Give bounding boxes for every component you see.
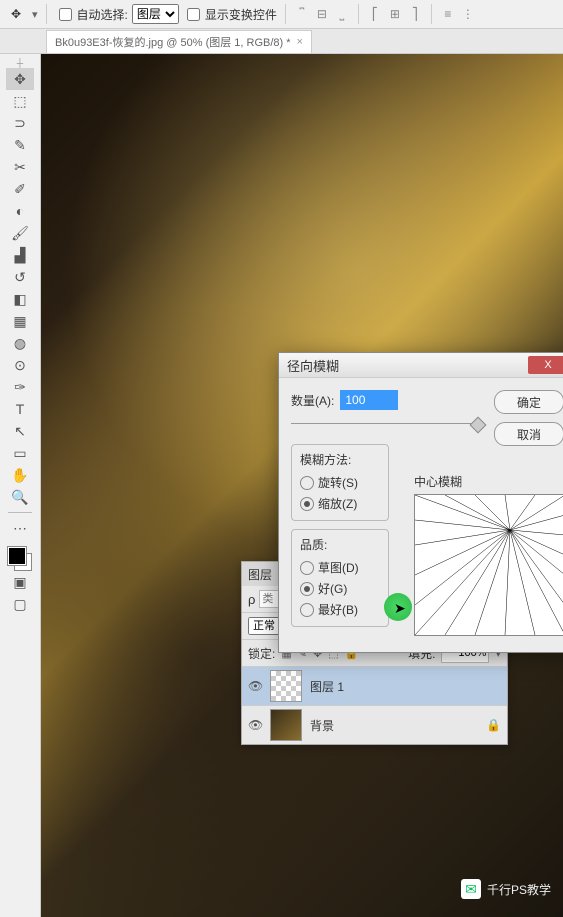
document-tab-bar: Bk0u93E3f-恢复的.jpg @ 50% (图层 1, RGB/8) * … (0, 29, 563, 54)
layer-thumbnail[interactable] (270, 670, 302, 702)
blur-center-preview[interactable] (414, 494, 563, 636)
watermark-text: 千行PS教学 (487, 881, 551, 898)
distribute-icon[interactable]: ≡ (440, 6, 456, 22)
layer-thumbnail[interactable] (270, 709, 302, 741)
eyedropper-tool[interactable]: ✐ (6, 178, 34, 200)
align-hcenter-icon[interactable]: ⊞ (387, 6, 403, 22)
foreground-color[interactable] (8, 547, 26, 565)
history-brush-tool[interactable]: ↺ (6, 266, 34, 288)
quality-good-radio[interactable]: 好(G) (300, 578, 380, 599)
visibility-icon[interactable]: 👁 (248, 718, 262, 732)
align-bottom-icon[interactable]: ⎵ (334, 6, 350, 22)
path-select-tool[interactable]: ↖ (6, 420, 34, 442)
document-tab[interactable]: Bk0u93E3f-恢复的.jpg @ 50% (图层 1, RGB/8) * … (46, 30, 312, 53)
divider (358, 4, 359, 24)
visibility-icon[interactable]: 👁 (248, 679, 262, 693)
options-bar: ✥ ▾ 自动选择: 图层 显示变换控件 ⎴ ⊟ ⎵ ⎡ ⊞ ⎤ ≡ ⋮ (0, 0, 563, 29)
edit-toolbar-icon[interactable]: ⋯ (6, 517, 34, 539)
dialog-close-button[interactable]: X (528, 356, 563, 374)
dialog-titlebar[interactable]: 径向模糊 X (279, 353, 563, 378)
zoom-tool[interactable]: 🔍 (6, 486, 34, 508)
wechat-icon: ✉ (461, 879, 481, 899)
align-vcenter-icon[interactable]: ⊟ (314, 6, 330, 22)
layer-row[interactable]: 👁 背景 🔒 (242, 705, 507, 744)
gradient-tool[interactable]: ▦ (6, 310, 34, 332)
zoom-lines-icon (415, 495, 563, 635)
move-tool[interactable]: ✥ (6, 68, 34, 90)
ruler-origin: ┼ (17, 58, 23, 68)
watermark: ✉ 千行PS教学 (461, 879, 551, 899)
layers-tab[interactable]: 图层 (248, 566, 272, 583)
show-transform-checkbox[interactable]: 显示变换控件 (183, 5, 277, 24)
stamp-tool[interactable]: ▟ (6, 244, 34, 266)
align-left-icon[interactable]: ⎡ (367, 6, 383, 22)
lock-label: 锁定: (248, 645, 275, 662)
separator (8, 512, 32, 513)
document-title: Bk0u93E3f-恢复的.jpg @ 50% (图层 1, RGB/8) * (55, 34, 291, 50)
marquee-tool[interactable]: ⬚ (6, 90, 34, 112)
method-legend: 模糊方法: (300, 451, 380, 468)
quality-best-radio[interactable]: 最好(B) (300, 599, 380, 620)
blur-center-label: 中心模糊 (414, 473, 563, 490)
color-swatch[interactable] (8, 547, 32, 571)
ok-button[interactable]: 确定 (494, 390, 563, 414)
quality-draft-radio[interactable]: 草图(D) (300, 557, 380, 578)
healing-tool[interactable]: ◐ (6, 200, 34, 222)
type-tool[interactable]: T (6, 398, 34, 420)
slider-thumb[interactable] (470, 417, 487, 434)
method-zoom-radio[interactable]: 缩放(Z) (300, 493, 380, 514)
amount-label: 数量(A): (291, 392, 334, 409)
amount-slider[interactable] (291, 416, 484, 432)
quality-legend: 品质: (300, 536, 380, 553)
brush-tool[interactable]: ✎ (6, 134, 34, 156)
layer-name[interactable]: 图层 1 (310, 678, 344, 695)
pen-tool[interactable]: ✑ (6, 376, 34, 398)
quality-group: 品质: 草图(D) 好(G) 最好(B) (291, 529, 389, 627)
dodge-tool[interactable]: ⊙ (6, 354, 34, 376)
align-top-icon[interactable]: ⎴ (294, 6, 310, 22)
distribute-icon[interactable]: ⋮ (460, 6, 476, 22)
lock-icon: 🔒 (486, 718, 501, 732)
radial-blur-dialog: 径向模糊 X 数量(A): 模糊方法: 旋转(S) 缩放(Z) (278, 352, 563, 653)
method-spin-radio[interactable]: 旋转(S) (300, 472, 380, 493)
dropdown-icon[interactable]: ▾ (32, 8, 38, 21)
lasso-tool[interactable]: ⊃ (6, 112, 34, 134)
crop-tool[interactable]: ✂ (6, 156, 34, 178)
shape-tool[interactable]: ▭ (6, 442, 34, 464)
eraser-tool[interactable]: ◧ (6, 288, 34, 310)
quick-mask-icon[interactable]: ▣ (6, 571, 34, 593)
divider (431, 4, 432, 24)
auto-select-dropdown[interactable]: 图层 (132, 4, 179, 24)
layer-row[interactable]: 👁 图层 1 (242, 666, 507, 705)
paintbrush-tool[interactable]: 🖌 (6, 222, 34, 244)
search-icon: ρ (248, 592, 255, 607)
canvas[interactable]: 径向模糊 X 数量(A): 模糊方法: 旋转(S) 缩放(Z) (41, 54, 563, 917)
blur-method-group: 模糊方法: 旋转(S) 缩放(Z) (291, 444, 389, 521)
dialog-title-text: 径向模糊 (287, 356, 339, 375)
blur-tool[interactable]: ◍ (6, 332, 34, 354)
layer-name[interactable]: 背景 (310, 717, 334, 734)
hand-tool[interactable]: ✋ (6, 464, 34, 486)
toolbox: ┼ ✥ ⬚ ⊃ ✎ ✂ ✐ ◐ 🖌 ▟ ↺ ◧ ▦ ◍ ⊙ ✑ T ↖ ▭ ✋ … (0, 54, 41, 917)
align-right-icon[interactable]: ⎤ (407, 6, 423, 22)
cancel-button[interactable]: 取消 (494, 422, 563, 446)
auto-select-checkbox[interactable]: 自动选择: (55, 5, 128, 24)
close-tab-icon[interactable]: × (297, 36, 303, 48)
amount-input[interactable] (340, 390, 398, 410)
divider (46, 4, 47, 24)
divider (285, 4, 286, 24)
screen-mode-icon[interactable]: ▢ (6, 593, 34, 615)
cursor-arrow-icon: ➤ (394, 600, 406, 617)
move-tool-icon: ✥ (4, 7, 28, 21)
